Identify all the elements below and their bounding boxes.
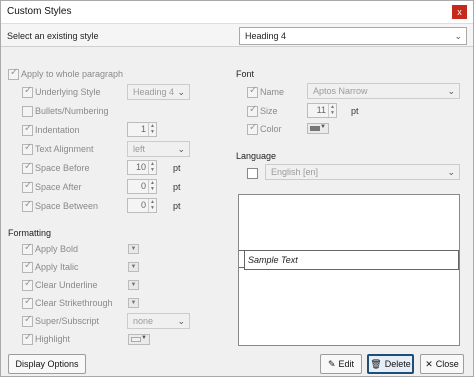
chevron-down-icon: ⌄ (447, 86, 455, 96)
apply-whole-paragraph-label: Apply to whole paragraph (21, 69, 124, 79)
display-options-button[interactable]: Display Options (8, 354, 86, 374)
highlight-color-dropdown[interactable]: ▼ (128, 334, 150, 345)
delete-button[interactable]: 🗑 Delete (367, 354, 414, 374)
apply-bold-checkbox[interactable] (22, 242, 33, 255)
apply-whole-paragraph-checkbox[interactable] (8, 67, 19, 80)
clear-strikethrough-checkbox[interactable] (22, 296, 33, 309)
indentation-label: Indentation (35, 125, 80, 135)
text-alignment-checkbox[interactable] (22, 142, 33, 155)
close-button[interactable]: ✕ Close (420, 354, 464, 374)
space-between-label: Space Between (35, 201, 99, 211)
chevron-down-icon: ⌄ (177, 316, 185, 326)
chevron-down-icon: ⌄ (447, 167, 455, 177)
space-before-checkbox[interactable] (22, 161, 33, 174)
window-close-button[interactable]: x (452, 5, 467, 19)
window-title: Custom Styles (7, 6, 72, 17)
spinner-arrows-icon[interactable]: ▲ ▼ (148, 199, 156, 212)
preview-sample-text: Sample Text (248, 255, 298, 265)
edit-icon: ✎ (327, 359, 336, 369)
chevron-down-icon: ▼ (141, 335, 147, 341)
style-selector-row: Select an existing style Heading 4 ⌄ (1, 23, 473, 47)
clear-underline-checkbox[interactable] (22, 278, 33, 291)
space-after-label: Space After (35, 182, 82, 192)
space-between-checkbox[interactable] (22, 199, 33, 212)
space-before-unit: pt (173, 163, 181, 173)
font-color-checkbox[interactable] (247, 122, 258, 135)
font-name-dropdown[interactable]: Aptos Narrow ⌄ (307, 83, 460, 99)
highlight-swatch (131, 337, 141, 342)
font-section-title: Font (236, 69, 255, 79)
apply-italic-checkbox[interactable] (22, 260, 33, 273)
font-color-swatch (310, 126, 320, 131)
space-after-spinner[interactable]: 0 ▲ ▼ (127, 179, 157, 194)
super-subscript-label: Super/Subscript (35, 316, 100, 326)
bullets-numbering-checkbox[interactable] (22, 106, 33, 117)
space-before-label: Space Before (35, 163, 90, 173)
underlying-style-dropdown[interactable]: Heading 4 ⌄ (127, 84, 190, 100)
custom-styles-dialog: Custom Styles x Select an existing style… (0, 0, 474, 377)
chevron-down-icon: ⌄ (177, 144, 185, 154)
spinner-arrows-icon[interactable]: ▲ ▼ (328, 104, 336, 117)
underlying-style-label: Underlying Style (35, 87, 101, 97)
font-size-spinner[interactable]: 11 ▲ ▼ (307, 103, 337, 118)
chevron-down-icon: ⌄ (454, 31, 462, 41)
indentation-spinner[interactable]: 1 ▲ ▼ (127, 122, 157, 137)
font-color-label: Color (260, 124, 282, 134)
space-after-unit: pt (173, 182, 181, 192)
chevron-down-icon: ⌄ (177, 87, 185, 97)
text-alignment-label: Text Alignment (35, 144, 94, 154)
close-icon: ✕ (425, 359, 433, 369)
clear-underline-label: Clear Underline (35, 280, 98, 290)
clear-underline-dropdown[interactable]: ▼ (128, 280, 139, 290)
language-section-title: Language (236, 151, 277, 161)
style-preview: Sample Text (238, 194, 460, 346)
text-alignment-dropdown[interactable]: left ⌄ (127, 141, 190, 157)
super-subscript-checkbox[interactable] (22, 314, 33, 327)
font-color-dropdown[interactable]: ▼ (307, 123, 329, 134)
indentation-checkbox[interactable] (22, 123, 33, 136)
style-selector-dropdown[interactable]: Heading 4 ⌄ (239, 27, 467, 45)
super-subscript-dropdown[interactable]: none ⌄ (127, 313, 190, 329)
clear-strikethrough-dropdown[interactable]: ▼ (128, 298, 139, 308)
formatting-section-title: Formatting (8, 228, 52, 238)
spinner-arrows-icon[interactable]: ▲ ▼ (148, 161, 156, 174)
title-bar: Custom Styles x (1, 1, 473, 23)
style-selector-label: Select an existing style (7, 31, 99, 41)
space-between-spinner[interactable]: 0 ▲ ▼ (127, 198, 157, 213)
edit-button[interactable]: ✎ Edit (320, 354, 362, 374)
font-size-unit: pt (351, 106, 359, 116)
clear-strikethrough-label: Clear Strikethrough (35, 298, 113, 308)
apply-bold-dropdown[interactable]: ▼ (128, 244, 139, 254)
trash-icon: 🗑 (370, 359, 382, 369)
underlying-style-checkbox[interactable] (22, 85, 33, 98)
apply-italic-dropdown[interactable]: ▼ (128, 262, 139, 272)
spinner-arrows-icon[interactable]: ▲ ▼ (148, 123, 156, 136)
chevron-down-icon: ▼ (320, 124, 326, 130)
space-before-spinner[interactable]: 10 ▲ ▼ (127, 160, 157, 175)
language-checkbox[interactable] (247, 168, 258, 179)
spinner-arrows-icon[interactable]: ▲ ▼ (148, 180, 156, 193)
bullets-numbering-label: Bullets/Numbering (35, 106, 109, 116)
highlight-checkbox[interactable] (22, 332, 33, 345)
font-name-label: Name (260, 87, 285, 97)
space-between-unit: pt (173, 201, 181, 211)
font-name-checkbox[interactable] (247, 85, 258, 98)
apply-bold-label: Apply Bold (35, 244, 79, 254)
preview-line-box: Sample Text (239, 250, 459, 270)
language-dropdown[interactable]: English [en] ⌄ (265, 164, 460, 180)
highlight-label: Highlight (35, 334, 71, 344)
font-size-checkbox[interactable] (247, 104, 258, 117)
apply-italic-label: Apply Italic (35, 262, 79, 272)
space-after-checkbox[interactable] (22, 180, 33, 193)
font-size-label: Size (260, 106, 278, 116)
